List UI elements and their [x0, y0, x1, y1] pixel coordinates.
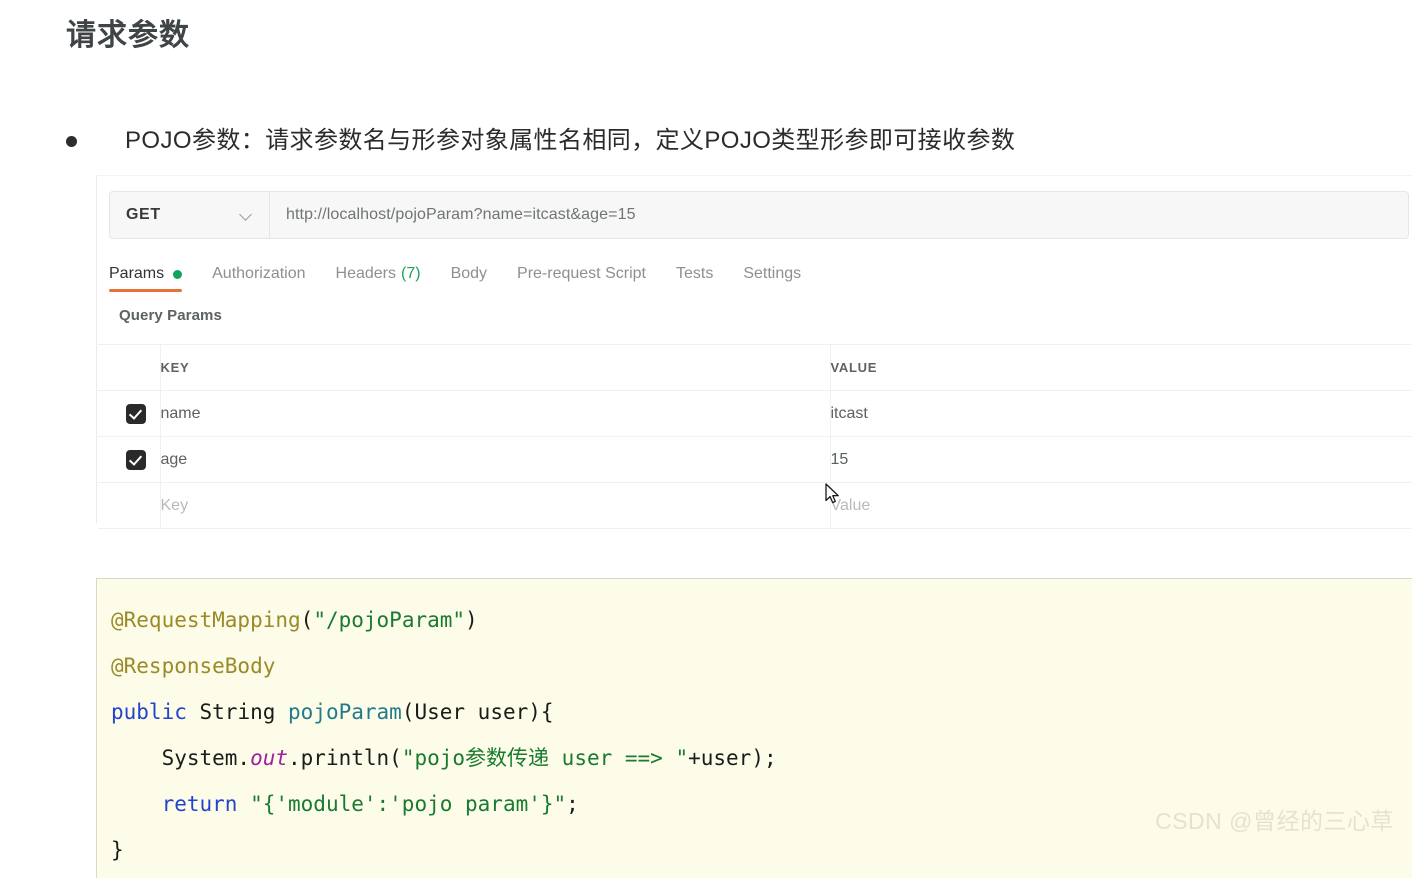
code-token: .println(	[288, 746, 402, 770]
row-checkbox[interactable]	[126, 449, 146, 470]
column-header-key: KEY	[160, 344, 831, 391]
table-row-empty: Key Value	[98, 482, 1412, 529]
code-token: System.	[111, 746, 251, 770]
code-token: (	[300, 608, 314, 632]
query-params-table: KEY VALUE name itcast age 15 Key Value	[98, 344, 1412, 529]
request-tab-bar: Params Authorization Headers (7) Body Pr…	[109, 258, 831, 292]
code-token: String	[199, 700, 276, 724]
table-row: name itcast	[98, 390, 1412, 437]
column-header-value: VALUE	[830, 344, 1412, 391]
new-key-placeholder: Key	[160, 496, 189, 514]
row-value-value: 15	[830, 450, 849, 468]
code-token: "pojo参数传递 user ==> "	[401, 746, 689, 770]
tab-authorization[interactable]: Authorization	[212, 265, 305, 292]
code-token: pojoParam	[288, 700, 402, 724]
row-value-cell[interactable]: 15	[830, 436, 1412, 483]
tab-params-label: Params	[109, 265, 165, 282]
tab-pre-request-script-label: Pre-request Script	[517, 265, 646, 282]
row-enabled-cell[interactable]	[98, 482, 161, 529]
new-key-input[interactable]: Key	[160, 482, 831, 529]
http-method-select[interactable]: GET	[110, 192, 270, 238]
code-token: }	[111, 838, 124, 862]
code-token: (User user){	[401, 700, 554, 724]
tab-settings[interactable]: Settings	[743, 265, 801, 292]
code-token: ;	[566, 792, 579, 816]
tab-body-label: Body	[450, 265, 488, 282]
tab-tests-label: Tests	[675, 265, 714, 282]
row-enabled-cell[interactable]	[98, 390, 161, 437]
row-value-value: itcast	[830, 404, 868, 422]
row-key-value: age	[160, 450, 188, 468]
tab-pre-request-script[interactable]: Pre-request Script	[517, 265, 646, 292]
request-url-input[interactable]: http://localhost/pojoParam?name=itcast&a…	[270, 192, 1408, 238]
request-url-bar: GET http://localhost/pojoParam?name=itca…	[109, 191, 1409, 239]
tab-headers[interactable]: Headers (7)	[336, 265, 421, 292]
row-enabled-cell[interactable]	[98, 436, 161, 483]
row-checkbox[interactable]	[126, 403, 146, 424]
bullet-list-item: POJO参数：请求参数名与形参对象属性名相同，定义POJO类型形参即可接收参数	[66, 124, 1015, 158]
row-key-value: name	[160, 404, 201, 422]
column-header-checkbox	[98, 344, 161, 391]
code-token: @RequestMapping	[111, 608, 301, 632]
new-value-input[interactable]: Value	[830, 482, 1412, 529]
tab-body[interactable]: Body	[451, 265, 487, 292]
row-value-cell[interactable]: itcast	[830, 390, 1412, 437]
code-token: @ResponseBody	[111, 654, 276, 678]
bullet-marker-icon	[66, 136, 77, 147]
tab-authorization-label: Authorization	[212, 265, 306, 282]
tab-settings-label: Settings	[743, 265, 802, 282]
query-params-heading: Query Params	[119, 307, 222, 324]
bullet-item-label: POJO参数：请求参数名与形参对象属性名相同，定义POJO类型形参即可接收参数	[125, 127, 1016, 154]
code-snippet: @RequestMapping("/pojoParam") @ResponseB…	[96, 578, 1412, 878]
chevron-down-icon	[240, 209, 253, 222]
tab-headers-label: Headers	[335, 265, 396, 282]
new-value-placeholder: Value	[830, 496, 871, 514]
tab-headers-count: (7)	[401, 265, 421, 282]
code-token: return	[161, 792, 238, 816]
code-token: )	[465, 608, 478, 632]
table-header-row: KEY VALUE	[98, 344, 1412, 391]
code-token: out	[250, 746, 289, 770]
page-title: 请求参数	[66, 19, 190, 52]
code-token: "{'module':'pojo param'}"	[250, 792, 567, 816]
row-key-cell[interactable]: name	[160, 390, 831, 437]
params-modified-dot-icon	[173, 269, 183, 279]
http-method-label: GET	[126, 206, 161, 223]
code-token: "/pojoParam"	[313, 608, 466, 632]
row-key-cell[interactable]: age	[160, 436, 831, 483]
code-token: +user);	[688, 746, 777, 770]
code-token: public	[111, 700, 187, 724]
table-row: age 15	[98, 436, 1412, 483]
tab-params[interactable]: Params	[109, 265, 183, 292]
tab-tests[interactable]: Tests	[676, 265, 713, 292]
postman-request-panel: GET http://localhost/pojoParam?name=itca…	[96, 175, 1412, 529]
